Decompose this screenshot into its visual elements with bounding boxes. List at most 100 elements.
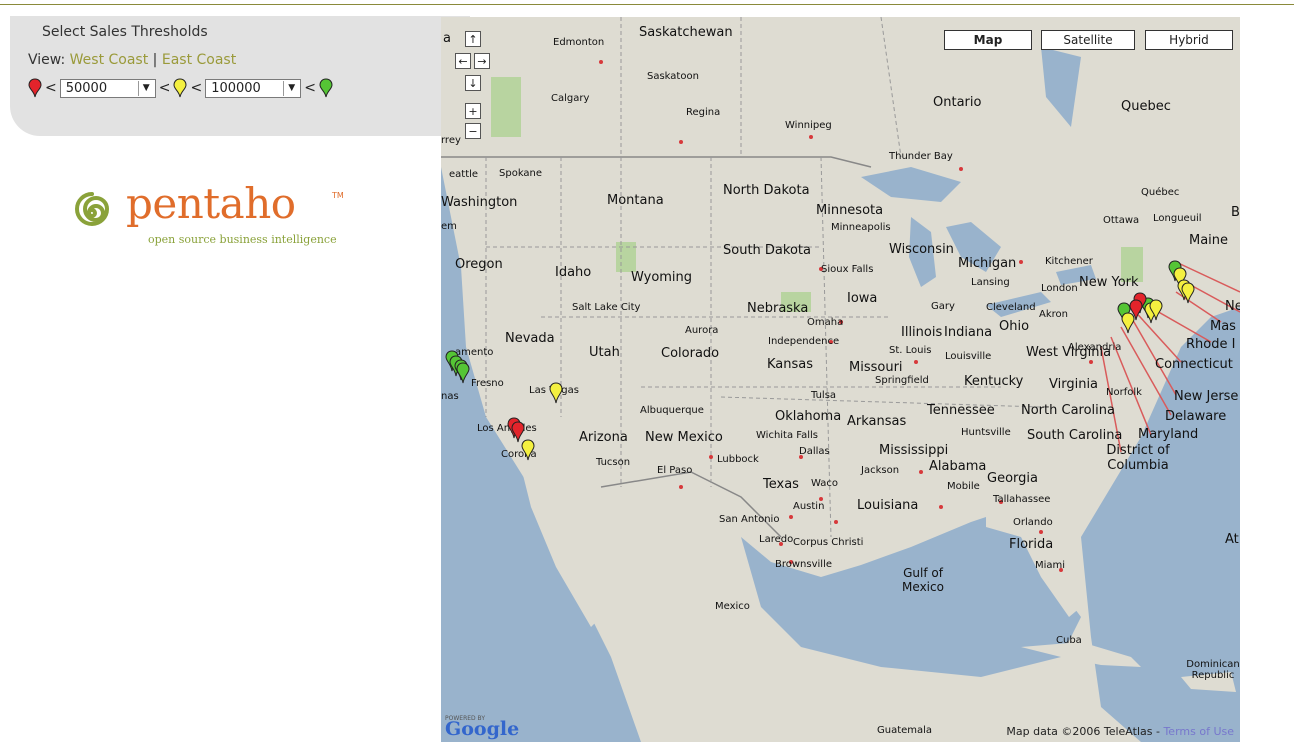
map-marker-icon[interactable] — [521, 439, 535, 461]
high-threshold-value: 100000 — [211, 80, 261, 96]
map-label: Arkansas — [847, 414, 907, 429]
map-label: Laredo — [759, 534, 794, 545]
pentaho-logo: pentaho TM open source business intellig… — [70, 163, 390, 253]
map-label: Omaha — [807, 317, 844, 328]
logo-trademark: TM — [332, 191, 344, 200]
zoom-in-icon[interactable]: + — [465, 103, 481, 119]
map-base — [441, 17, 1240, 742]
map-label: Sioux Falls — [821, 264, 874, 275]
low-threshold-select[interactable]: 50000 ▼ — [59, 78, 156, 98]
map-copyright: Map data ©2006 TeleAtlas - Terms of Use — [1006, 725, 1234, 738]
low-threshold-value: 50000 — [65, 80, 108, 96]
map-label: Waco — [811, 478, 838, 489]
panel-title: Select Sales Thresholds — [42, 24, 208, 40]
map-label: Maryland — [1138, 427, 1199, 442]
pan-right-icon[interactable]: → — [474, 53, 490, 69]
map-type-button[interactable]: Map — [944, 30, 1032, 50]
map-label: Kitchener — [1045, 256, 1093, 267]
map-label: Virginia — [1049, 377, 1099, 392]
map-label: Guatemala — [877, 725, 933, 736]
map-marker-icon[interactable] — [1121, 312, 1135, 334]
map-label: Florida — [1009, 537, 1054, 552]
map-label: Mobile — [947, 481, 980, 492]
map-label: Gulf of Mexico — [902, 566, 944, 594]
zoom-out-icon[interactable]: − — [465, 123, 481, 139]
map-label: Spokane — [499, 168, 543, 179]
red-pin-icon — [28, 78, 42, 98]
map-label: Regina — [686, 107, 721, 118]
map-label: Aurora — [685, 325, 719, 336]
map-label: Washington — [441, 195, 518, 210]
west-coast-link[interactable]: West Coast — [70, 52, 149, 68]
map-label: St. Louis — [889, 345, 932, 356]
east-coast-link[interactable]: East Coast — [162, 52, 236, 68]
map-label: Thunder Bay — [889, 151, 953, 162]
map-label: Austin — [793, 501, 825, 512]
green-pin-icon — [319, 78, 333, 98]
pan-up-icon[interactable]: ↑ — [465, 31, 481, 47]
google-logo[interactable]: Google — [445, 718, 519, 740]
map-marker-icon[interactable] — [1149, 299, 1163, 321]
map-label: Missouri — [849, 360, 903, 375]
chevron-down-icon[interactable]: ▼ — [137, 80, 154, 96]
map-label: Nebraska — [747, 301, 809, 316]
map-label: Ottawa — [1103, 215, 1140, 226]
map-label: Norfolk — [1106, 387, 1142, 398]
map-label: Tallahassee — [993, 494, 1051, 505]
map-marker-icon[interactable] — [549, 382, 563, 404]
map-label: Mas — [1210, 319, 1236, 334]
map-label: Miami — [1035, 560, 1066, 571]
map-label: Cleveland — [986, 302, 1036, 313]
map-label: Orlando — [1013, 517, 1053, 528]
map-label: Springfield — [875, 375, 929, 386]
map-label: North Dakota — [723, 183, 810, 198]
map-label: Iowa — [847, 291, 878, 306]
map-label: Alexandria — [1068, 342, 1122, 353]
map-label: Texas — [763, 477, 799, 492]
map-label: Georgia — [987, 471, 1038, 486]
google-map[interactable]: Edmonton Saskatchewan Saskatoon Calgary … — [441, 17, 1240, 742]
map-label: Louisiana — [857, 498, 919, 513]
map-marker-icon[interactable] — [456, 362, 470, 384]
map-label: London — [1041, 283, 1078, 294]
map-label: Dallas — [799, 446, 830, 457]
map-label: Idaho — [555, 265, 592, 280]
map-marker-icon[interactable] — [1181, 282, 1195, 304]
pan-left-icon[interactable]: ← — [455, 53, 471, 69]
hybrid-type-button[interactable]: Hybrid — [1145, 30, 1233, 50]
high-threshold-select[interactable]: 100000 ▼ — [205, 78, 302, 98]
map-label: Ne — [1225, 299, 1240, 314]
pan-down-icon[interactable]: ↓ — [465, 75, 481, 91]
map-label: Kentucky — [964, 374, 1024, 389]
map-label: Tulsa — [811, 390, 837, 401]
map-label: Winnipeg — [785, 120, 832, 131]
map-label: Jackson — [861, 465, 900, 476]
terms-of-use-link[interactable]: Terms of Use — [1163, 725, 1234, 738]
map-label: El Paso — [657, 465, 693, 476]
map-label: Minneapolis — [831, 222, 891, 233]
map-label: Lansing — [971, 277, 1010, 288]
map-label: Kansas — [767, 357, 814, 372]
map-label: New Jerse — [1174, 389, 1239, 404]
yellow-pin-icon — [173, 78, 187, 98]
map-label: Salt Lake City — [572, 302, 641, 313]
satellite-type-button[interactable]: Satellite — [1041, 30, 1135, 50]
map-label: rrey — [441, 135, 461, 146]
map-label: Lubbock — [717, 454, 759, 465]
map-label: Fresno — [471, 378, 504, 389]
map-label: Wichita Falls — [756, 430, 819, 441]
map-label: nas — [441, 391, 459, 402]
map-label: Indiana — [944, 325, 993, 340]
map-label: Cuba — [1056, 635, 1082, 646]
map-label: Wyoming — [631, 270, 693, 285]
logo-tagline: open source business intelligence — [148, 233, 337, 246]
map-label: Dominican Republic — [1186, 659, 1240, 681]
view-row: View: West Coast | East Coast — [28, 52, 236, 68]
map-label: Oklahoma — [775, 409, 842, 424]
map-label: District of Columbia — [1106, 443, 1170, 473]
map-label: Calgary — [551, 93, 590, 104]
map-label: Ohio — [999, 319, 1030, 334]
map-label: Longueuil — [1153, 213, 1202, 224]
chevron-down-icon[interactable]: ▼ — [283, 80, 299, 96]
top-divider — [0, 4, 1294, 5]
